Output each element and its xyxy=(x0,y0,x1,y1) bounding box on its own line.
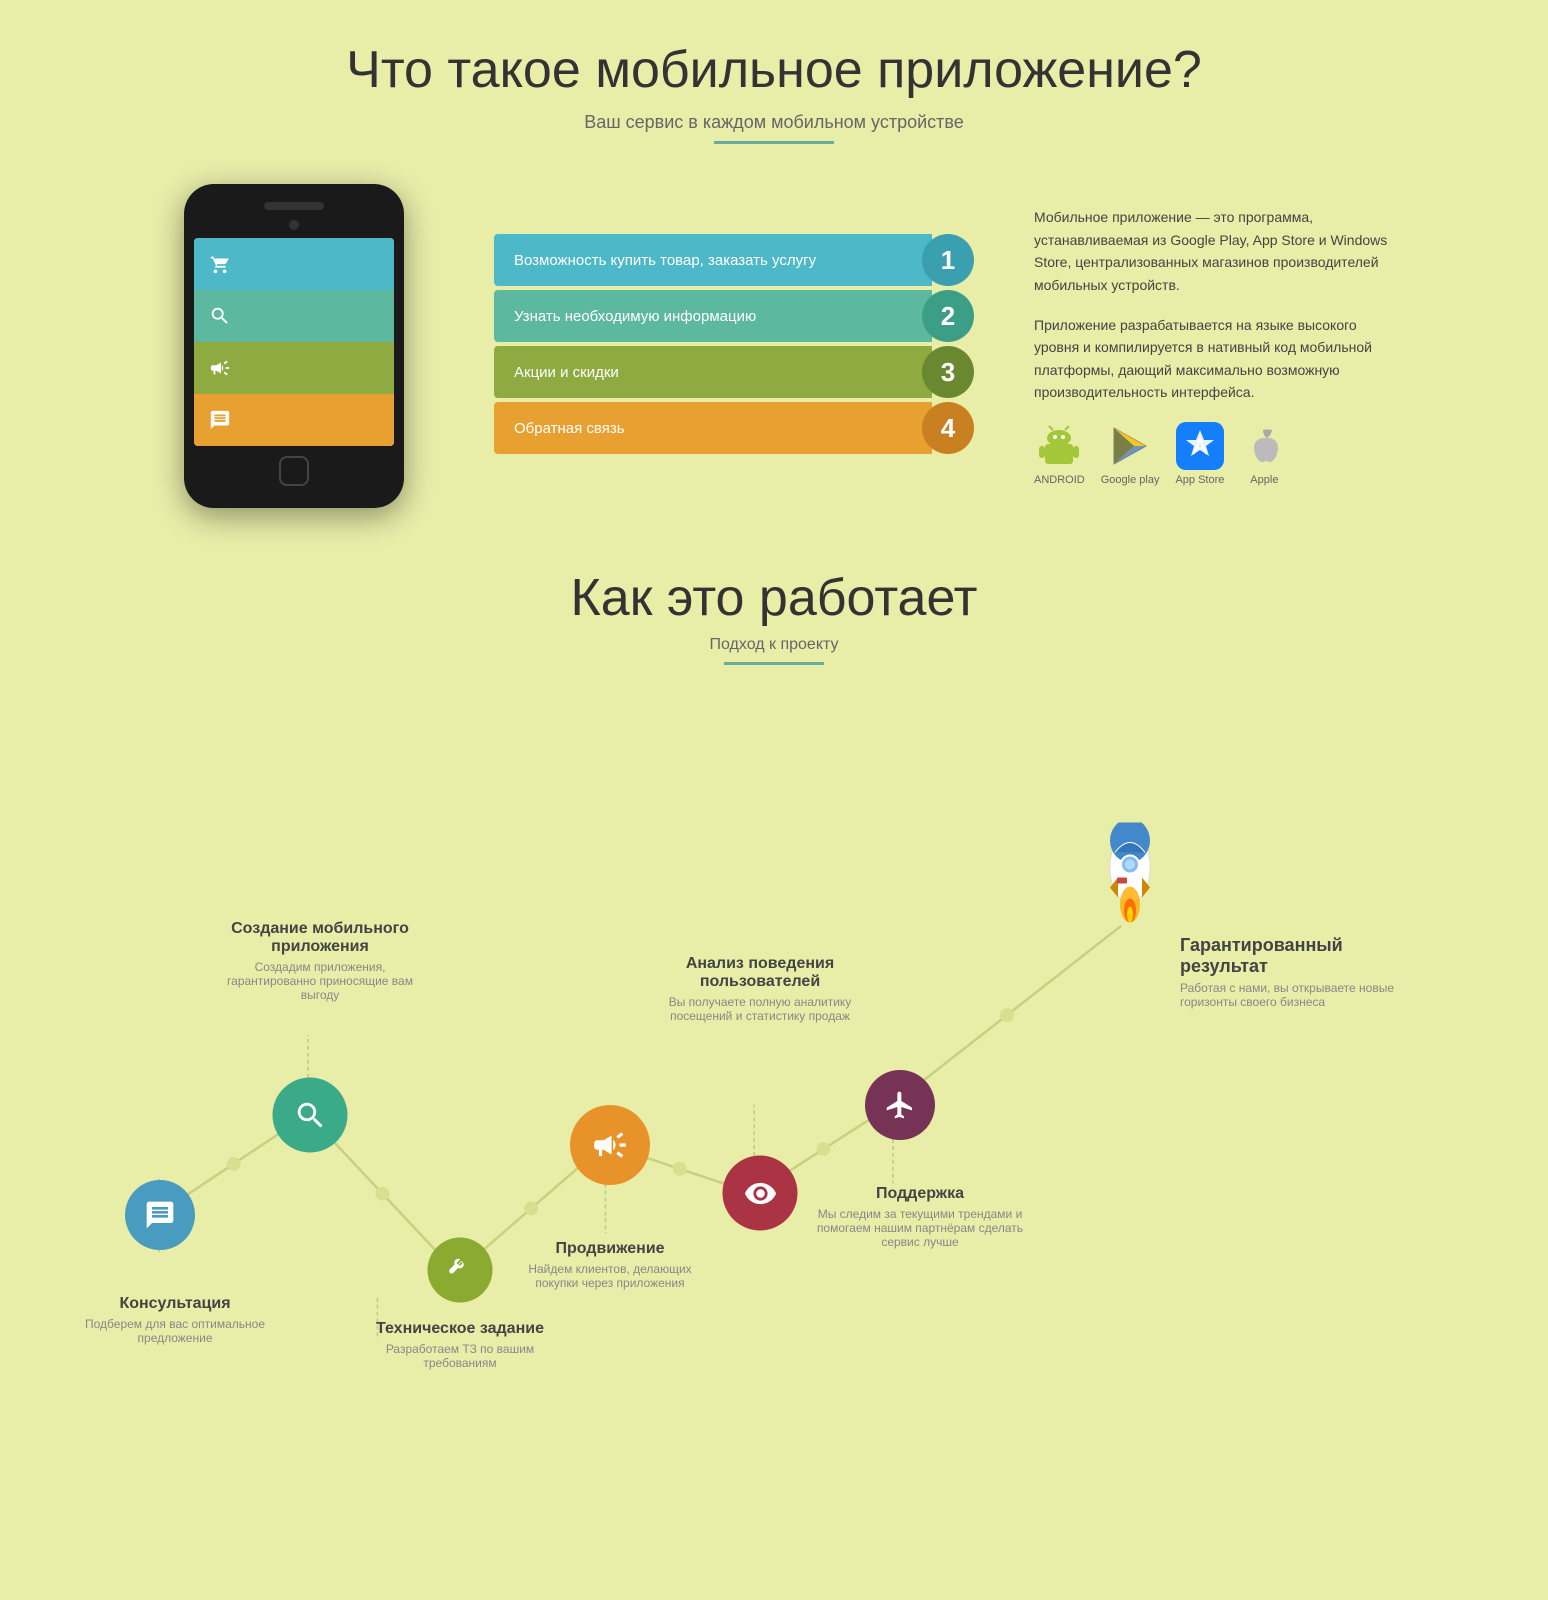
section2-title: Как это работает xyxy=(80,568,1468,628)
creation-desc: Создадим приложения, гарантированно прин… xyxy=(210,960,430,1002)
feature-bar-3: Акции и скидки xyxy=(494,346,932,398)
feature-bar-1: Возможность купить товар, заказать услуг… xyxy=(494,234,932,286)
phone-container xyxy=(154,184,434,508)
step-technical-circle xyxy=(428,1238,493,1303)
consultation-label: Консультация Подберем для вас оптимально… xyxy=(80,1295,270,1345)
result-label: Гарантированный результат Работая с нами… xyxy=(1180,935,1410,1009)
step-creation xyxy=(273,1078,348,1153)
feature-num-4: 4 xyxy=(922,402,974,454)
chat-icon xyxy=(194,394,246,446)
google-play-icon xyxy=(1101,422,1160,470)
technical-desc: Разработаем ТЗ по вашим требованиям xyxy=(360,1342,560,1370)
step-support-circle xyxy=(865,1070,935,1140)
support-desc: Мы следим за текущими трендами и помогае… xyxy=(810,1207,1030,1249)
megaphone-icon xyxy=(194,342,246,394)
feature-2: Узнать необходимую информацию 2 xyxy=(494,290,974,342)
google-play-store: Google play xyxy=(1101,422,1160,486)
step-creation-circle xyxy=(273,1078,348,1153)
phone-row-2 xyxy=(194,290,394,342)
svg-text:A: A xyxy=(1193,434,1208,459)
appstore-label: App Store xyxy=(1175,474,1224,486)
feature-bar-4: Обратная связь xyxy=(494,402,932,454)
desc-area: Мобильное приложение — это программа, ус… xyxy=(1034,206,1394,485)
feature-1: Возможность купить товар, заказать услуг… xyxy=(494,234,974,286)
step-analytics-circle xyxy=(723,1156,798,1231)
content-row: Возможность купить товар, заказать услуг… xyxy=(80,184,1468,508)
title-divider xyxy=(714,141,834,144)
google-play-label: Google play xyxy=(1101,474,1160,486)
feature-bar-2: Узнать необходимую информацию xyxy=(494,290,932,342)
feature-label-1: Возможность купить товар, заказать услуг… xyxy=(514,252,816,269)
result-desc: Работая с нами, вы открываете новые гори… xyxy=(1180,981,1410,1009)
search-icon xyxy=(194,290,246,342)
android-icon xyxy=(1034,422,1085,470)
features-area: Возможность купить товар, заказать услуг… xyxy=(494,234,974,458)
timeline-svg xyxy=(80,725,1468,1345)
step-analytics xyxy=(723,1156,798,1231)
subtitle: Ваш сервис в каждом мобильном устройстве xyxy=(80,112,1468,133)
step-technical xyxy=(428,1238,493,1303)
result-title: Гарантированный результат xyxy=(1180,935,1410,977)
technical-title: Техническое задание xyxy=(360,1320,560,1338)
desc-text-1: Мобильное приложение — это программа, ус… xyxy=(1034,206,1394,296)
analytics-label: Анализ поведения пользователей Вы получа… xyxy=(650,955,870,1023)
timeline-area: Консультация Подберем для вас оптимально… xyxy=(80,725,1468,1345)
section1: Что такое мобильное приложение? Ваш серв… xyxy=(0,0,1548,548)
feature-3: Акции и скидки 3 xyxy=(494,346,974,398)
consultation-desc: Подберем для вас оптимальное предложение xyxy=(80,1317,270,1345)
desc-text-2: Приложение разрабатывается на языке высо… xyxy=(1034,314,1394,404)
step-promotion-circle xyxy=(570,1105,650,1185)
android-label: ANDROID xyxy=(1034,474,1085,486)
phone-speaker xyxy=(264,202,324,210)
phone xyxy=(184,184,404,508)
support-title: Поддержка xyxy=(810,1185,1030,1203)
step-consultation xyxy=(125,1180,195,1250)
apple-icon xyxy=(1240,422,1288,470)
analytics-title: Анализ поведения пользователей xyxy=(650,955,870,991)
section2: Как это работает Подход к проекту xyxy=(0,548,1548,1405)
step-promotion xyxy=(570,1105,650,1185)
creation-label: Создание мобильного приложения Создадим … xyxy=(210,920,430,1002)
section2-subtitle: Подход к проекту xyxy=(80,636,1468,654)
apple-store: Apple xyxy=(1240,422,1288,486)
store-icons: ANDROID Google play xyxy=(1034,422,1394,486)
cart-icon xyxy=(194,238,246,290)
feature-label-2: Узнать необходимую информацию xyxy=(514,308,756,325)
analytics-desc: Вы получаете полную аналитику посещений … xyxy=(650,995,870,1023)
step-support xyxy=(865,1070,935,1140)
phone-row-4 xyxy=(194,394,394,446)
step-consultation-circle xyxy=(125,1180,195,1250)
promotion-label: Продвижение Найдем клиентов, делающих по… xyxy=(510,1240,710,1290)
step-result-rocket xyxy=(1070,823,1190,948)
phone-row-1 xyxy=(194,238,394,290)
main-title: Что такое мобильное приложение? xyxy=(80,40,1468,100)
promotion-title: Продвижение xyxy=(510,1240,710,1258)
feature-num-3: 3 xyxy=(922,346,974,398)
feature-label-3: Акции и скидки xyxy=(514,364,619,381)
apple-label: Apple xyxy=(1250,474,1278,486)
support-label: Поддержка Мы следим за текущими трендами… xyxy=(810,1185,1030,1249)
feature-label-4: Обратная связь xyxy=(514,420,625,437)
appstore-icon: A xyxy=(1175,422,1224,470)
promotion-desc: Найдем клиентов, делающих покупки через … xyxy=(510,1262,710,1290)
section2-divider xyxy=(724,662,824,665)
android-store: ANDROID xyxy=(1034,422,1085,486)
phone-screen xyxy=(194,238,394,446)
feature-num-1: 1 xyxy=(922,234,974,286)
phone-row-3 xyxy=(194,342,394,394)
creation-title: Создание мобильного приложения xyxy=(210,920,430,956)
phone-camera xyxy=(289,220,299,230)
feature-num-2: 2 xyxy=(922,290,974,342)
appstore-store: A App Store xyxy=(1175,422,1224,486)
feature-4: Обратная связь 4 xyxy=(494,402,974,454)
technical-label: Техническое задание Разработаем ТЗ по ва… xyxy=(360,1320,560,1370)
phone-home-button xyxy=(279,456,309,486)
consultation-title: Консультация xyxy=(80,1295,270,1313)
